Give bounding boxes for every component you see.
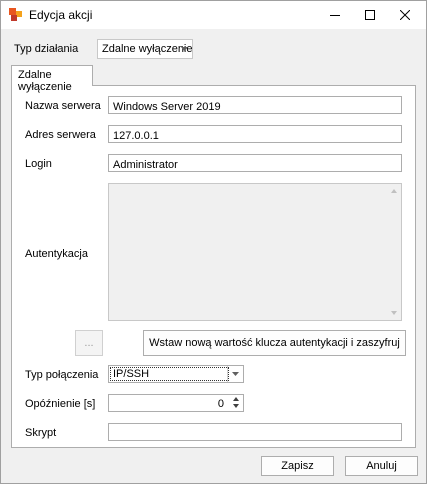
close-button[interactable] <box>382 1 427 29</box>
connection-type-label: Typ połączenia <box>25 369 99 381</box>
spin-up-icon[interactable] <box>233 397 239 401</box>
server-name-label: Nazwa serwera <box>25 100 101 112</box>
login-field[interactable]: Administrator <box>108 154 402 172</box>
tab-remote-shutdown[interactable]: Zdalne wyłączenie <box>11 65 93 93</box>
delay-spinner[interactable]: 0 <box>108 394 244 412</box>
auth-scrollbar[interactable] <box>387 184 401 320</box>
app-icon <box>9 8 22 21</box>
spin-down-icon[interactable] <box>233 404 239 408</box>
connection-type-combobox[interactable]: IP/SSH <box>108 365 244 383</box>
title-bar: Edycja akcji <box>1 1 426 29</box>
auth-label: Autentykacja <box>25 248 88 260</box>
scroll-up-icon <box>391 189 397 193</box>
action-type-label: Typ działania <box>14 43 79 55</box>
script-field[interactable] <box>108 423 402 441</box>
auth-textarea[interactable] <box>108 183 402 321</box>
script-label: Skrypt <box>25 427 57 439</box>
action-type-combobox[interactable]: Zdalne wyłączenie <box>97 39 193 59</box>
close-icon <box>400 10 410 20</box>
server-name-field[interactable]: Windows Server 2019 <box>108 96 402 114</box>
window-title: Edycja akcji <box>29 8 93 22</box>
maximize-icon <box>365 10 375 20</box>
login-label: Login <box>25 158 52 170</box>
server-address-label: Adres serwera <box>25 129 96 141</box>
delay-value: 0 <box>217 398 224 410</box>
chevron-down-icon <box>227 366 243 382</box>
cancel-button[interactable]: Anuluj <box>345 456 418 476</box>
scroll-down-icon <box>391 311 397 315</box>
ellipsis-button[interactable]: ... <box>75 330 103 356</box>
delay-label: Opóźnienie [s] <box>25 398 96 410</box>
encrypt-key-button[interactable]: Wstaw nową wartość klucza autentykacji i… <box>143 330 406 356</box>
dialog-window: Edycja akcji Typ działania Zdalne wyłącz… <box>0 0 427 484</box>
focus-rectangle <box>110 367 229 381</box>
chevron-down-icon <box>176 40 192 58</box>
minimize-icon <box>330 15 340 16</box>
save-button[interactable]: Zapisz <box>261 456 334 476</box>
server-address-field[interactable]: 127.0.0.1 <box>108 125 402 143</box>
spinner-buttons[interactable] <box>229 395 243 411</box>
